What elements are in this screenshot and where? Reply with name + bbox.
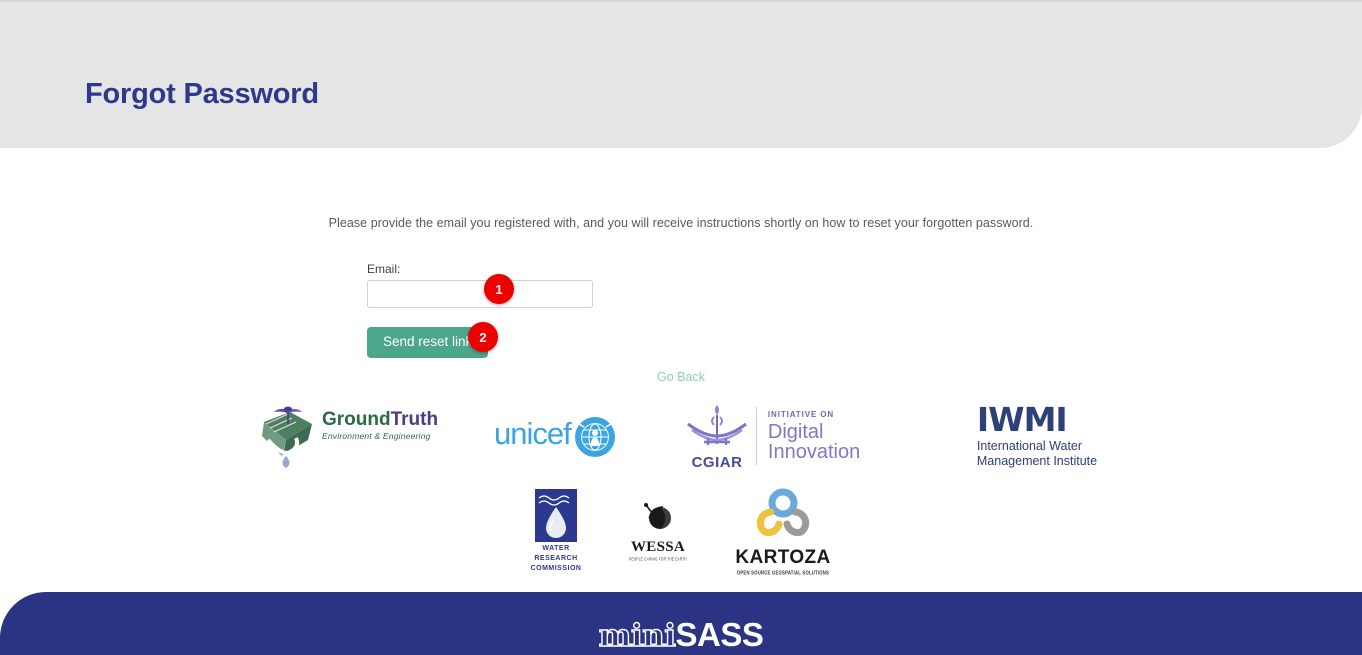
- groundtruth-mark-icon: [262, 406, 312, 468]
- wrc-mark-icon: [535, 488, 577, 542]
- logo-water-research-commission: WATER RESEARCH COMMISSION: [531, 488, 581, 574]
- unicef-globe-icon: [575, 417, 615, 457]
- page-title: Forgot Password: [85, 78, 319, 110]
- groundtruth-text: GroundTruth Environment & Engineering: [322, 410, 438, 441]
- wrc-droplet-icon: [535, 488, 577, 542]
- cgiar-wordmark: CGIAR: [691, 453, 743, 471]
- email-input[interactable]: [367, 280, 593, 308]
- annotation-badge-2: 2: [468, 322, 498, 352]
- logo-iwmi: IWMI International Water Management Inst…: [966, 401, 1108, 471]
- logo-wessa: WESSA PEOPLE CARING FOR THE EARTH: [628, 502, 688, 562]
- wessa-mark-icon: [643, 503, 671, 529]
- go-back-link[interactable]: Go Back: [0, 370, 1362, 384]
- cgiar-divider: [756, 407, 757, 465]
- unicef-wordmark: unicef: [494, 416, 572, 451]
- cgiar-initiative-name: Digital Innovation: [767, 421, 861, 463]
- groundtruth-wordmark: GroundTruth: [322, 410, 438, 429]
- logo-kartoza: KARTOZA OPEN SOURCE GEOSPATIAL SOLUTIONS: [735, 488, 831, 576]
- cgiar-initiative-label: INITIATIVE ON: [767, 410, 835, 419]
- partner-logos-row-1: GroundTruth Environment & Engineering un…: [0, 396, 1362, 476]
- iwmi-subtitle-line1: International Water: [976, 439, 1083, 453]
- annotation-badge-1: 1: [484, 274, 514, 304]
- logo-groundtruth: GroundTruth Environment & Engineering: [254, 396, 438, 476]
- groundtruth-word-truth: Truth: [390, 409, 439, 430]
- minisass-logo-prefix: mini: [598, 618, 677, 654]
- minisass-logo[interactable]: miniSASS: [0, 618, 1362, 652]
- iwmi-wordmark: IWMI: [976, 400, 1068, 439]
- wrc-block: WATER RESEARCH COMMISSION: [530, 488, 582, 574]
- wrc-line1: WATER: [542, 544, 570, 552]
- groundtruth-tagline: Environment & Engineering: [322, 431, 431, 441]
- wessa-block: WESSA PEOPLE CARING FOR THE EARTH: [629, 502, 687, 562]
- logo-cgiar: CGIAR INITIATIVE ON Digital Innovation: [684, 398, 904, 474]
- kartoza-tagline: OPEN SOURCE GEOSPATIAL SOLUTIONS: [736, 569, 830, 576]
- logo-unicef: unicef: [494, 408, 622, 464]
- wessa-tagline: PEOPLE CARING FOR THE EARTH: [629, 556, 687, 562]
- partner-logos-row-2: WATER RESEARCH COMMISSION WESSA PEOPLE C…: [0, 488, 1362, 576]
- cgiar-initiative-block: INITIATIVE ON Digital Innovation: [768, 410, 904, 462]
- wrc-line2: RESEARCH: [534, 554, 578, 562]
- kartoza-wordmark: KARTOZA: [735, 547, 831, 568]
- wrc-line3: COMMISSION: [530, 565, 582, 573]
- iwmi-text-block: IWMI International Water Management Inst…: [977, 403, 1097, 469]
- wessa-wordmark: WESSA: [630, 539, 685, 555]
- page-header-banner: Forgot Password: [0, 0, 1362, 148]
- cgiar-wheat-icon: [687, 404, 747, 445]
- page-footer: miniSASS: [0, 592, 1362, 655]
- email-label: Email:: [367, 262, 401, 276]
- instruction-text: Please provide the email you registered …: [328, 216, 1034, 230]
- cgiar-mark: CGIAR: [684, 402, 750, 471]
- iwmi-subtitle-line2: Management Institute: [976, 454, 1098, 468]
- groundtruth-word-ground: Ground: [322, 409, 391, 430]
- minisass-logo-suffix: SASS: [675, 616, 764, 653]
- kartoza-links-icon: [756, 488, 810, 536]
- kartoza-block: KARTOZA OPEN SOURCE GEOSPATIAL SOLUTIONS: [735, 488, 831, 576]
